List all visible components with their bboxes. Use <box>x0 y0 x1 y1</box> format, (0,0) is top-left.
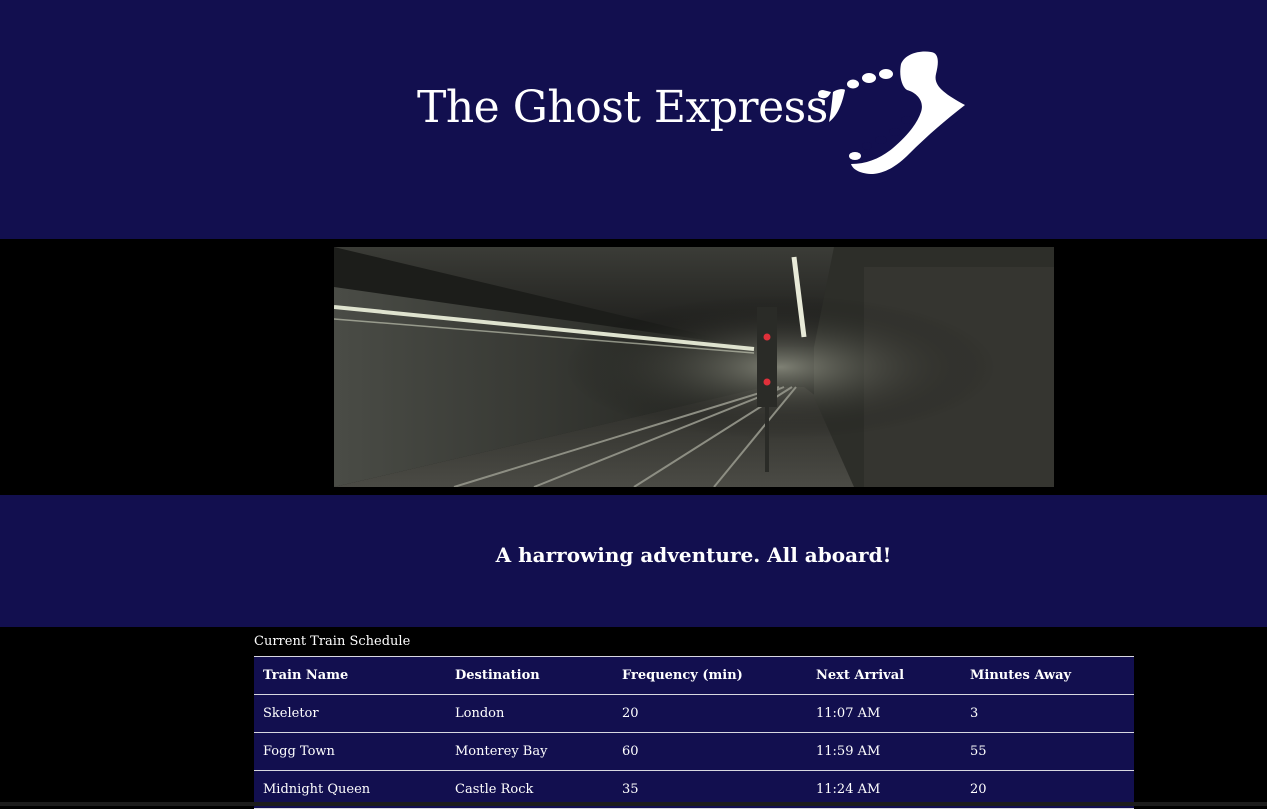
column-header: Next Arrival <box>807 656 961 695</box>
horizontal-scrollbar[interactable] <box>0 802 1267 806</box>
table-row: Skeletor London 20 11:07 AM 3 <box>254 694 1134 733</box>
table-cell: 55 <box>961 732 1134 771</box>
column-header: Frequency (min) <box>613 656 807 695</box>
train-schedule-table: Train Name Destination Frequency (min) N… <box>254 656 1134 809</box>
train-schedule-section: Current Train Schedule Train Name Destin… <box>0 627 1267 809</box>
column-header: Minutes Away <box>961 656 1134 695</box>
banner <box>0 239 1267 495</box>
tagline: A harrowing adventure. All aboard! <box>495 543 892 567</box>
schedule-caption: Current Train Schedule <box>254 634 411 649</box>
table-cell: 20 <box>613 694 807 733</box>
column-header: Destination <box>446 656 613 695</box>
table-cell: 60 <box>613 732 807 771</box>
table-cell: Skeletor <box>254 694 446 733</box>
table-row: Fogg Town Monterey Bay 60 11:59 AM 55 <box>254 732 1134 771</box>
table-cell: London <box>446 694 613 733</box>
table-header-row: Train Name Destination Frequency (min) N… <box>254 656 1134 695</box>
table-cell: 3 <box>961 694 1134 733</box>
jawbone-teeth-logo-icon <box>818 51 965 174</box>
table-cell: Fogg Town <box>254 732 446 771</box>
table-cell: 11:07 AM <box>807 694 961 733</box>
table-cell: 11:59 AM <box>807 732 961 771</box>
tagline-band: A harrowing adventure. All aboard! <box>0 495 1267 627</box>
site-title: The Ghost Express <box>417 82 828 133</box>
column-header: Train Name <box>254 656 446 695</box>
page-header: The Ghost Express <box>0 0 1267 239</box>
table-cell: Monterey Bay <box>446 732 613 771</box>
subway-tunnel-image <box>334 247 1054 487</box>
